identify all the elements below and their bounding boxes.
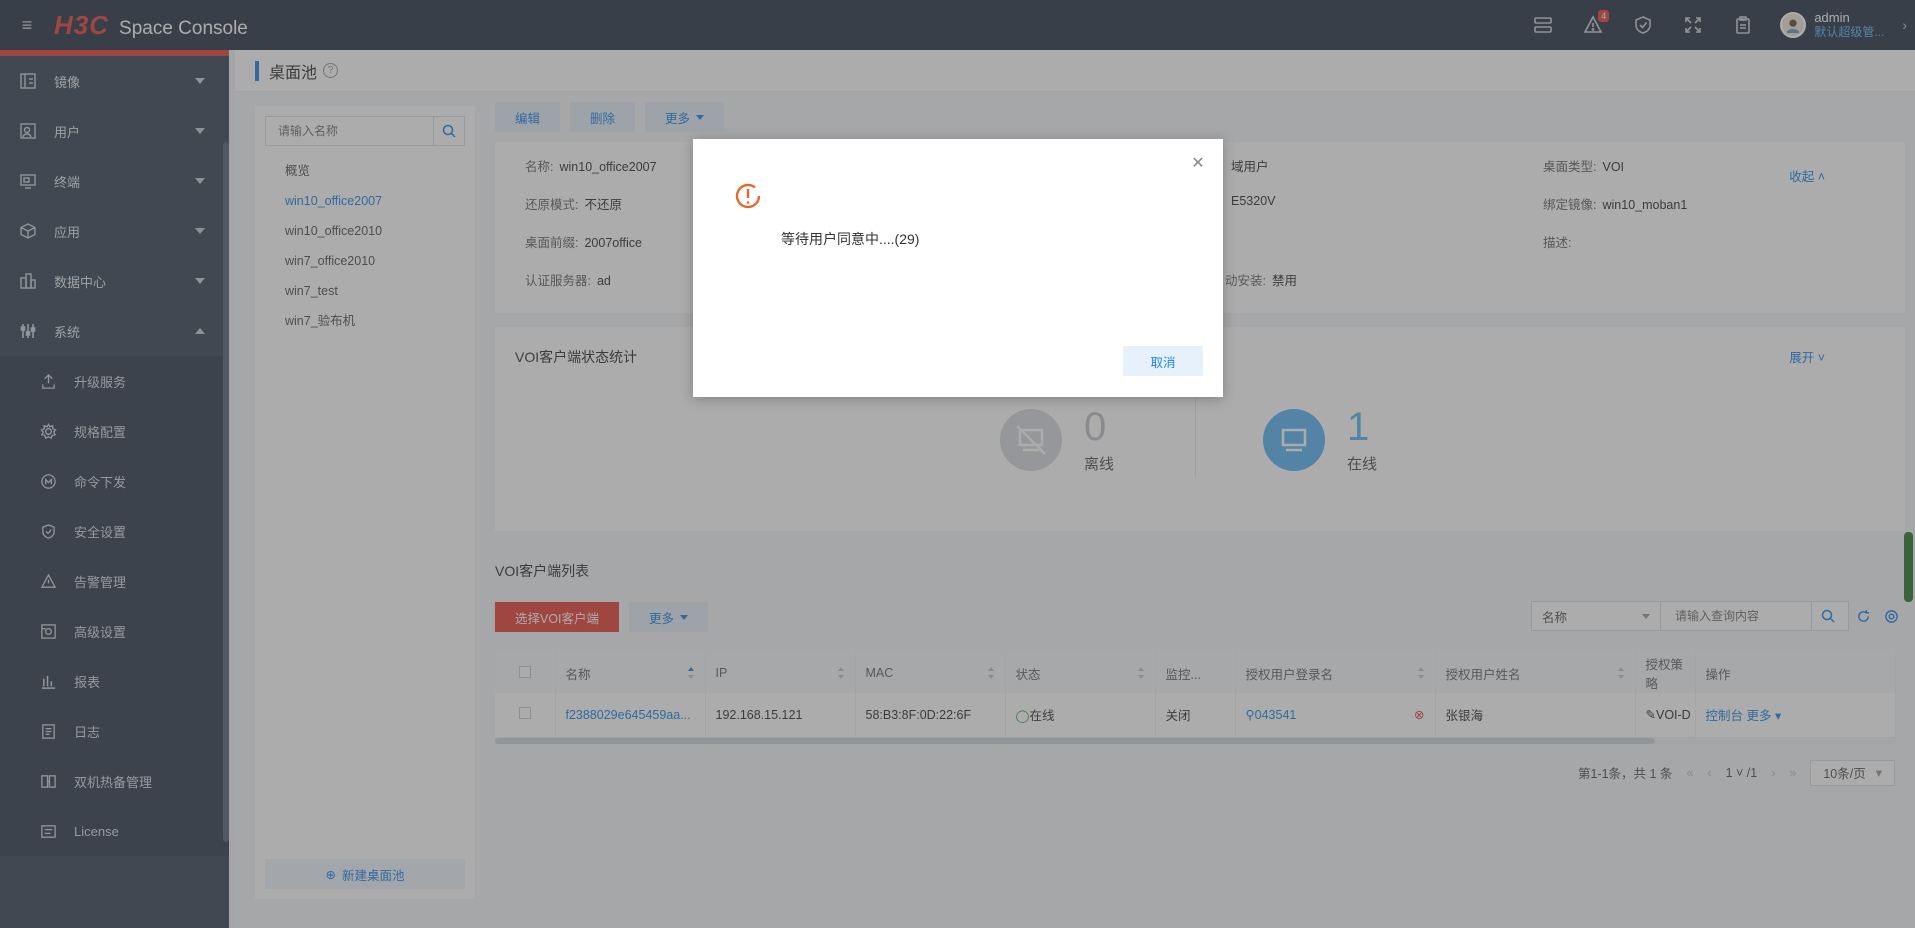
dialog-message: 等待用户同意中....(29) [781,231,920,247]
close-icon[interactable]: ✕ [1191,156,1205,172]
cancel-label: 取消 [1150,355,1176,370]
warning-icon [735,183,761,209]
wait-dialog: ✕ 等待用户同意中....(29) 取消 [693,139,1223,397]
cancel-button[interactable]: 取消 [1123,346,1203,376]
